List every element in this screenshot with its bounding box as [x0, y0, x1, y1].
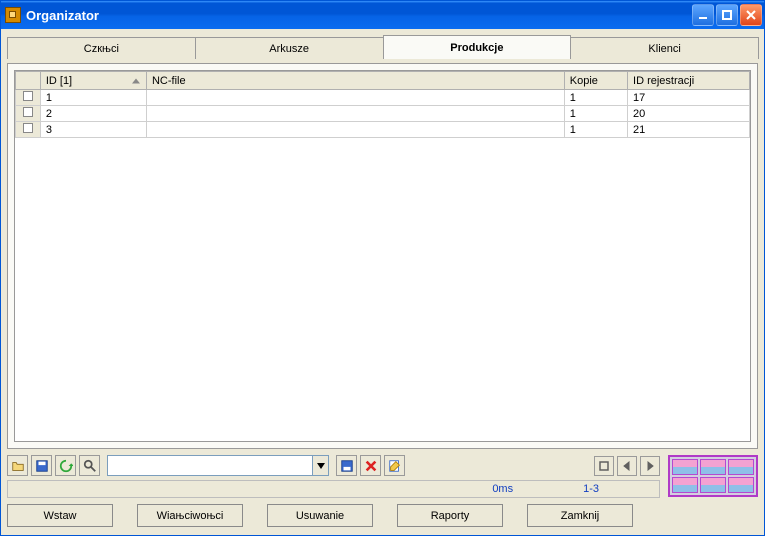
tab-bar: Czкњci Arkusze Produkcje Klienci — [7, 35, 758, 59]
dropdown-icon[interactable] — [312, 455, 329, 476]
table-row[interactable]: 3 1 21 — [16, 122, 750, 138]
cell-id[interactable]: 3 — [40, 122, 146, 138]
minimize-button[interactable] — [692, 4, 714, 26]
status-time: 0ms — [492, 483, 513, 495]
col-header-kopie[interactable]: Kopie — [564, 72, 627, 90]
col-header-ncfile[interactable]: NC-file — [146, 72, 564, 90]
window-root: Organizator Czкњci Arkusze Produkcje Kli… — [0, 0, 765, 536]
row-checkbox[interactable] — [23, 91, 33, 101]
status-bar: 0ms 1-3 — [7, 480, 660, 498]
search-combo[interactable] — [107, 455, 329, 476]
tab-sheets[interactable]: Arkusze — [195, 37, 384, 59]
action-buttons: Wstaw Wіaњciwoњci Usuwanie Raporty Zamkn… — [7, 502, 660, 529]
insert-button[interactable]: Wstaw — [7, 504, 113, 527]
tab-content: ID [1] NC-file Kopie ID rejestracji 1 1 — [7, 63, 758, 449]
delete-button[interactable]: Usuwanie — [267, 504, 373, 527]
cell-nc[interactable] — [146, 90, 564, 106]
open-file-icon[interactable] — [7, 455, 28, 476]
delete-record-icon[interactable] — [360, 455, 381, 476]
reports-button[interactable]: Raporty — [397, 504, 503, 527]
cell-reg[interactable]: 17 — [628, 90, 750, 106]
tab-parts[interactable]: Czкњci — [7, 37, 196, 59]
status-range: 1-3 — [583, 483, 599, 495]
col-header-id[interactable]: ID [1] — [40, 72, 146, 90]
search-icon[interactable] — [79, 455, 100, 476]
cell-id[interactable]: 2 — [40, 106, 146, 122]
client-area: Czкњci Arkusze Produkcje Klienci ID [1] … — [1, 29, 764, 535]
nav-prev-icon[interactable] — [617, 456, 637, 476]
row-checkbox[interactable] — [23, 107, 33, 117]
cell-kopie[interactable]: 1 — [564, 122, 627, 138]
col-header-idrej[interactable]: ID rejestracji — [628, 72, 750, 90]
brand-logo-icon — [668, 455, 758, 497]
bottom-panel: 0ms 1-3 Wstaw Wіaњciwoњci Usuwanie Rapor… — [7, 453, 758, 529]
cell-nc[interactable] — [146, 106, 564, 122]
save-icon[interactable] — [31, 455, 52, 476]
cell-nc[interactable] — [146, 122, 564, 138]
titlebar: Organizator — [1, 1, 764, 29]
save-record-icon[interactable] — [336, 455, 357, 476]
refresh-icon[interactable] — [55, 455, 76, 476]
edit-record-icon[interactable] — [384, 455, 405, 476]
col-header-row[interactable] — [16, 72, 41, 90]
table-row[interactable]: 2 1 20 — [16, 106, 750, 122]
cell-reg[interactable]: 20 — [628, 106, 750, 122]
window-control-buttons — [692, 4, 762, 26]
close-window-button[interactable]: Zamknij — [527, 504, 633, 527]
nav-first-icon[interactable] — [594, 456, 614, 476]
right-logo-panel — [660, 455, 758, 497]
table-row[interactable]: 1 1 17 — [16, 90, 750, 106]
app-icon — [5, 7, 21, 23]
nav-cluster — [594, 456, 660, 476]
tab-productions[interactable]: Produkcje — [383, 35, 572, 59]
tab-clients[interactable]: Klienci — [570, 37, 759, 59]
maximize-button[interactable] — [716, 4, 738, 26]
close-button[interactable] — [740, 4, 762, 26]
cell-id[interactable]: 1 — [40, 90, 146, 106]
data-grid[interactable]: ID [1] NC-file Kopie ID rejestracji 1 1 — [14, 70, 751, 442]
cell-kopie[interactable]: 1 — [564, 90, 627, 106]
cell-reg[interactable]: 21 — [628, 122, 750, 138]
properties-button[interactable]: Wіaњciwoњci — [137, 504, 243, 527]
nav-next-icon[interactable] — [640, 456, 660, 476]
search-input[interactable] — [107, 455, 312, 476]
toolbar — [7, 455, 660, 476]
row-checkbox[interactable] — [23, 123, 33, 133]
cell-kopie[interactable]: 1 — [564, 106, 627, 122]
window-title: Organizator — [26, 8, 692, 23]
